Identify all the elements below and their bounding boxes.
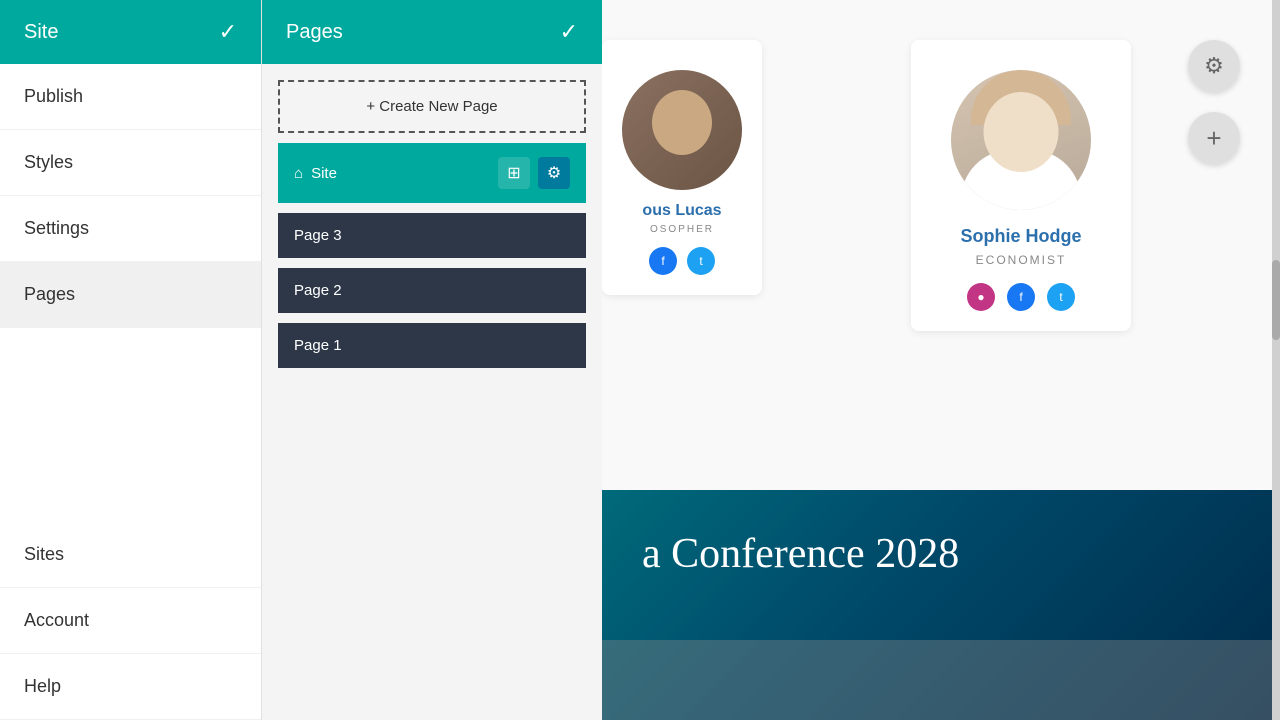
sidebar-item-account[interactable]: Account (0, 588, 261, 654)
lucas-facebook-icon[interactable]: f (649, 247, 677, 275)
sidebar-title: Site (24, 21, 58, 44)
pages-content: + Create New Page ⌂ Site ⊞ ⚙ Page 3 Page… (262, 64, 602, 384)
site-page-icons: ⊞ ⚙ (498, 157, 570, 189)
site-page-label: Site (311, 165, 337, 182)
conference-title: a Conference 2028 (642, 530, 959, 578)
sidebar-item-styles[interactable]: Styles (0, 130, 261, 196)
create-new-page-label: + Create New Page (366, 98, 497, 115)
overlay-gear-button[interactable]: ⚙ (1188, 40, 1240, 92)
sidebar-item-publish[interactable]: Publish (0, 64, 261, 130)
lucas-twitter-icon[interactable]: t (687, 247, 715, 275)
page1-label: Page 1 (294, 337, 342, 354)
page-item-page3[interactable]: Page 3 (278, 213, 586, 258)
sophie-name: Sophie Hodge (941, 226, 1101, 247)
scrollbar-track (1272, 0, 1280, 720)
sidebar-item-pages[interactable]: Pages (0, 262, 261, 328)
sophie-facebook-icon[interactable]: f (1007, 283, 1035, 311)
sophie-twitter-icon[interactable]: t (1047, 283, 1075, 311)
page2-label: Page 2 (294, 282, 342, 299)
create-new-page-button[interactable]: + Create New Page (278, 80, 586, 133)
pages-check-icon: ✓ (560, 19, 578, 45)
page-item-site[interactable]: ⌂ Site ⊞ ⚙ (278, 143, 586, 203)
main-content: ous Lucas OSOPHER f t Sophie Hodge ECONO… (602, 0, 1280, 720)
sidebar-header: Site ✓ (0, 0, 261, 64)
sophie-social-icons: ● f t (941, 283, 1101, 311)
pages-panel: Pages ✓ + Create New Page ⌂ Site ⊞ ⚙ Pag… (262, 0, 602, 720)
team-section: ous Lucas OSOPHER f t Sophie Hodge ECONO… (602, 0, 1280, 490)
lucas-title: OSOPHER (622, 224, 742, 235)
gear-icon: ⚙ (1204, 53, 1224, 79)
lucas-name: ous Lucas (622, 202, 742, 220)
site-page-home-icon: ⌂ (294, 165, 303, 182)
sidebar-spacer (0, 328, 261, 522)
avatar-lucas (622, 70, 742, 190)
pages-header: Pages ✓ (262, 0, 602, 64)
team-card-lucas: ous Lucas OSOPHER f t (602, 40, 762, 295)
sidebar-item-help[interactable]: Help (0, 654, 261, 720)
page-item-page2[interactable]: Page 2 (278, 268, 586, 313)
pages-title: Pages (286, 21, 343, 44)
sidebar-nav: Publish Styles Settings Pages Sites Acco… (0, 64, 261, 720)
page-item-page1[interactable]: Page 1 (278, 323, 586, 368)
sidebar-item-sites[interactable]: Sites (0, 522, 261, 588)
team-card-sophie: Sophie Hodge ECONOMIST ● f t (911, 40, 1131, 331)
gear-icon-button[interactable]: ⚙ (538, 157, 570, 189)
sidebar: Site ✓ Publish Styles Settings Pages Sit… (0, 0, 262, 720)
page3-label: Page 3 (294, 227, 342, 244)
conference-section: a Conference 2028 (602, 490, 1280, 720)
sidebar-check-icon: ✓ (219, 19, 237, 45)
layers-icon-button[interactable]: ⊞ (498, 157, 530, 189)
avatar-sophie (951, 70, 1091, 210)
scrollbar-thumb[interactable] (1272, 260, 1280, 340)
lucas-social-icons: f t (622, 247, 742, 275)
overlay-plus-button[interactable]: + (1188, 112, 1240, 164)
sophie-title: ECONOMIST (941, 253, 1101, 267)
sidebar-item-settings[interactable]: Settings (0, 196, 261, 262)
plus-icon: + (1206, 123, 1221, 154)
sophie-instagram-icon[interactable]: ● (967, 283, 995, 311)
